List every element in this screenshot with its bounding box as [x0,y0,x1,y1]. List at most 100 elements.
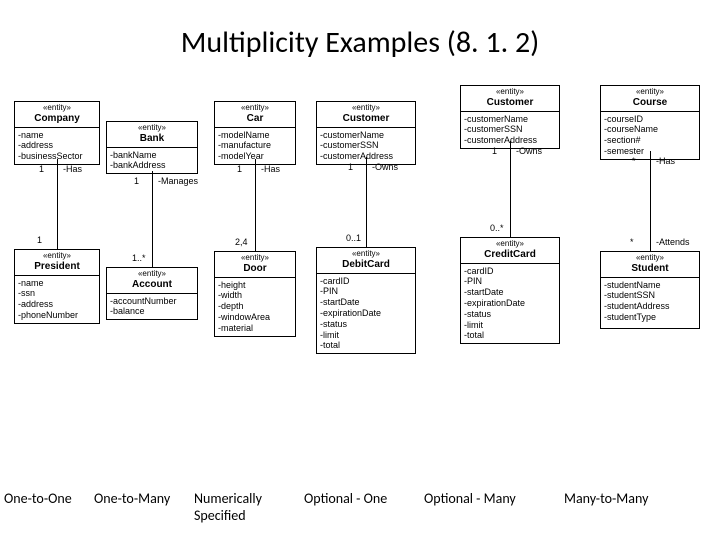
entity-box-company: «entity»Company-name-address-businessSec… [14,101,100,165]
entity-box-course: «entity»Course -courseID-courseName-secti… [600,85,700,160]
entity-attr: -cardID [320,276,412,287]
entity-box-debitcard: «entity»DebitCard-cardID-PIN-startDate-e… [316,247,416,354]
relation-label-2: -Attends [656,237,690,247]
entity-attr: -studentSSN [604,290,696,301]
entity-name: Bank [107,133,197,148]
entity-name: Customer [317,113,415,128]
entity-attr: -startDate [320,297,412,308]
entity-attr: -ssn [18,288,96,299]
entity-attr: -section# [604,135,696,146]
column-caption: One-to-One [0,490,90,524]
entity-name: Car [215,113,295,128]
stereotype-label: «entity» [215,102,295,113]
entity-attr: -courseName [604,124,696,135]
relation-label: -Has [656,156,675,166]
entity-box-account: «entity»Account-accountNumber-balance [106,267,198,320]
entity-attr: -limit [464,320,556,331]
multiplicity-top: * [632,156,636,166]
entity-attrs: -bankName-bankAddress [107,148,197,174]
entity-name: DebitCard [317,259,415,274]
entity-attr: -total [464,330,556,341]
entity-attr: -status [320,319,412,330]
multiplicity-top: 1 [492,146,497,156]
entity-attr: -courseID [604,114,696,125]
association-line [57,159,58,249]
entity-attr: -bankName [110,150,194,161]
entity-attrs: -accountNumber-balance [107,294,197,320]
entity-attr: -material [218,323,292,334]
entity-box-bank: «entity»Bank-bankName-bankAddress [106,121,198,174]
entity-attr: -customerName [464,114,556,125]
entity-name: Customer [461,97,559,112]
entity-attr: -manufacture [218,140,292,151]
entity-attrs: -cardID-PIN-startDate-expirationDate-sta… [461,264,559,344]
multiplicity-bottom: 1 [37,235,42,245]
entity-attr: -width [218,290,292,301]
entity-box-president: «entity»President-name-ssn-address-phone… [14,249,100,324]
captions-row: One-to-OneOne-to-ManyNumerically Specifi… [0,490,720,524]
entity-box-student: «entity»Student-studentName-studentSSN-s… [600,251,700,329]
entity-name: Account [107,279,197,294]
association-line [510,141,511,237]
multiplicity-top: 1 [237,164,242,174]
entity-box-customer: «entity»Customer -customerName-customerSS… [316,101,416,165]
entity-box-car: «entity»Car-modelName-manufacture-modelY… [214,101,296,165]
entity-attr: -phoneNumber [18,310,96,321]
multiplicity-bottom: 0..1 [346,233,361,243]
entity-attr: -limit [320,330,412,341]
entity-box-creditcard: «entity»CreditCard-cardID-PIN-startDate-… [460,237,560,344]
association-line [152,171,153,267]
stereotype-label: «entity» [107,268,197,279]
entity-attr: -height [218,280,292,291]
relation-label: -Owns [516,146,542,156]
entity-box-door: «entity»Door-height-width-depth-windowAr… [214,251,296,337]
entity-attrs: -cardID-PIN-startDate-expirationDate-sta… [317,274,415,354]
stereotype-label: «entity» [15,250,99,261]
column-caption: Many-to-Many [560,490,700,524]
entity-name: President [15,261,99,276]
entity-attr: -customerSSN [320,140,412,151]
entity-attr: -name [18,278,96,289]
entity-attr: -address [18,140,96,151]
column-caption: One-to-Many [90,490,190,524]
stereotype-label: «entity» [317,102,415,113]
entity-attr: -customerSSN [464,124,556,135]
entity-attrs: -studentName-studentSSN-studentAddress-s… [601,278,699,325]
relation-label: -Manages [158,176,198,186]
stereotype-label: «entity» [601,86,699,97]
diagram-stage: «entity»Company-name-address-businessSec… [0,71,720,471]
entity-attr: -studentName [604,280,696,291]
column-caption: Optional - Many [420,490,560,524]
association-line [366,157,367,247]
entity-name: CreditCard [461,249,559,264]
entity-attr: -balance [110,306,194,317]
entity-name: Course [601,97,699,112]
entity-name: Student [601,263,699,278]
entity-attr: -expirationDate [320,308,412,319]
entity-attr: -studentAddress [604,301,696,312]
multiplicity-top: 1 [134,176,139,186]
entity-attr: -windowArea [218,312,292,323]
column-caption: Optional - One [300,490,420,524]
multiplicity-bottom: 1..* [132,253,146,263]
stereotype-label: «entity» [461,86,559,97]
entity-attr: -customerName [320,130,412,141]
entity-name: Company [15,113,99,128]
entity-attr: -cardID [464,266,556,277]
entity-attr: -name [18,130,96,141]
entity-attr: -PIN [320,286,412,297]
stereotype-label: «entity» [215,252,295,263]
multiplicity-bottom: * [630,237,634,247]
page-title: Multiplicity Examples (8. 1. 2) [0,0,720,71]
multiplicity-top: 1 [39,164,44,174]
entity-attr: -accountNumber [110,296,194,307]
entity-attr: -address [18,299,96,310]
relation-label: -Has [63,164,82,174]
entity-attr: -startDate [464,287,556,298]
entity-attrs: -height-width-depth-windowArea-material [215,278,295,336]
stereotype-label: «entity» [107,122,197,133]
multiplicity-bottom: 0..* [490,223,504,233]
entity-attrs: -name-ssn-address-phoneNumber [15,276,99,323]
entity-attr: -PIN [464,276,556,287]
entity-attr: -total [320,340,412,351]
